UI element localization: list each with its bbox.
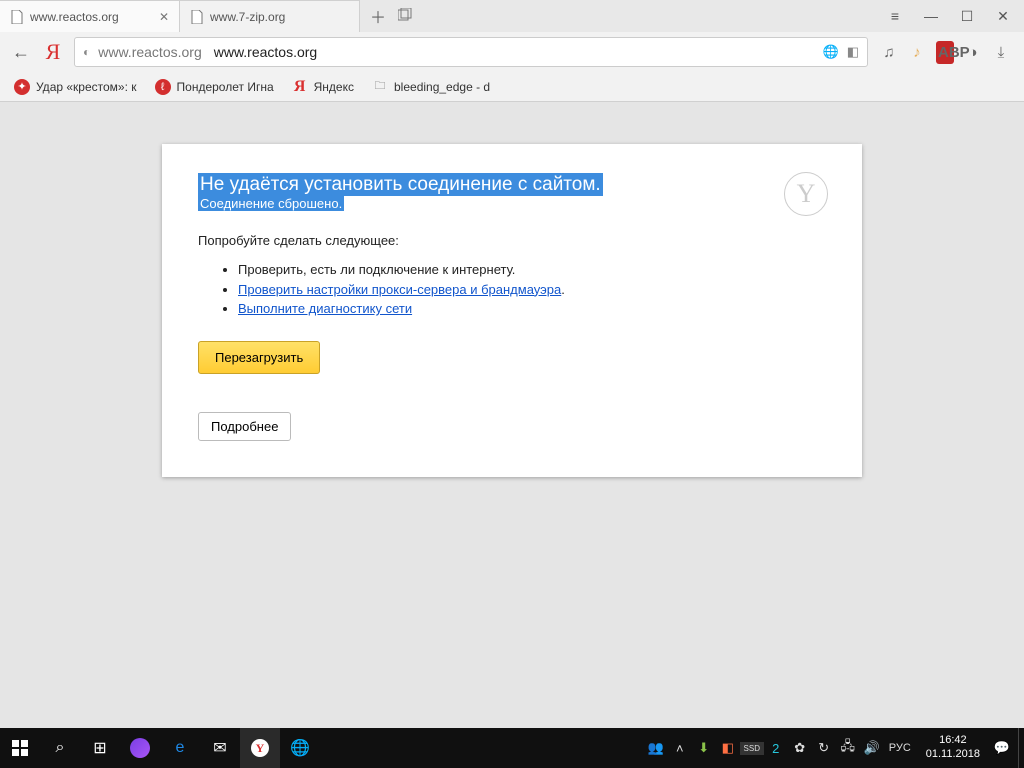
- people-icon[interactable]: 👥: [644, 740, 668, 756]
- bookmark-label: bleeding_edge - d: [394, 80, 490, 94]
- taskbar: ⌕ ⊞ e ✉ Y 🌐 👥 ˄ ⬇ ◧ SSD 2 ✿ ↻ 🖧 🔊 РУС 16…: [0, 728, 1024, 768]
- tray-icon[interactable]: 2: [764, 741, 788, 756]
- page-icon: [190, 10, 204, 24]
- tray-icon[interactable]: ⬇: [692, 740, 716, 756]
- notifications-icon[interactable]: 💬: [990, 740, 1014, 756]
- bookmark-favicon: Я: [292, 79, 308, 95]
- bookmark-item[interactable]: 🗀 bleeding_edge - d: [372, 79, 490, 95]
- tab-actions: ＋: [360, 4, 422, 28]
- error-title: Не удаётся установить соединение с сайто…: [198, 173, 603, 196]
- browser-chrome: www.reactos.org ✕ www.7-zip.org ＋ ≡ — ☐ …: [0, 0, 1024, 102]
- yandex-logo-icon: Y: [784, 172, 828, 216]
- minimize-button[interactable]: —: [924, 8, 938, 24]
- site-info-icon[interactable]: ◐: [83, 45, 90, 59]
- taskbar-app-mail[interactable]: ✉: [200, 728, 240, 768]
- translate-icon[interactable]: 🌐: [823, 44, 839, 60]
- bookmark-label: Яндекс: [314, 80, 354, 94]
- tray-icon[interactable]: SSD: [740, 742, 764, 755]
- volume-icon[interactable]: 🔊: [860, 740, 884, 756]
- window-controls: ≡ — ☐ ✕: [874, 8, 1024, 25]
- taskbar-app-yandex[interactable]: Y: [240, 728, 280, 768]
- extensions: ♫ ♪ ABP ◑ ⤓: [880, 41, 1014, 64]
- page-content: Y Не удаётся установить соединение с сай…: [0, 102, 1024, 728]
- language-indicator[interactable]: РУС: [884, 742, 916, 754]
- bookmark-item[interactable]: ℓ Пондеролет Игна: [155, 79, 274, 95]
- bookmark-label: Пондеролет Игна: [177, 80, 274, 94]
- show-desktop-button[interactable]: [1018, 728, 1024, 768]
- close-window-button[interactable]: ✕: [996, 8, 1010, 25]
- proxy-settings-link[interactable]: Проверить настройки прокси-сервера и бра…: [238, 282, 561, 297]
- url-text: www.reactos.org: [214, 44, 317, 60]
- list-item: Проверить настройки прокси-сервера и бра…: [238, 280, 826, 300]
- maximize-button[interactable]: ☐: [960, 8, 974, 25]
- tab-title: www.reactos.org: [30, 10, 153, 24]
- details-button[interactable]: Подробнее: [198, 412, 291, 441]
- bookmark-item[interactable]: ✦ Удар «крестом»: к: [14, 79, 137, 95]
- address-field[interactable]: ◐ www.reactos.org www.reactos.org 🌐 ◧: [74, 37, 868, 67]
- bookmark-favicon: ℓ: [155, 79, 171, 95]
- network-diagnostics-link[interactable]: Выполните диагностику сети: [238, 301, 412, 316]
- bookmark-toggle-icon[interactable]: ◧: [847, 44, 859, 60]
- clock[interactable]: 16:42 01.11.2018: [916, 734, 990, 762]
- error-try-label: Попробуйте сделать следующее:: [198, 233, 826, 248]
- adblock-icon[interactable]: ABP: [936, 41, 954, 64]
- system-tray: 👥 ˄ ⬇ ◧ SSD 2 ✿ ↻ 🖧 🔊 РУС 16:42 01.11.20…: [644, 728, 1024, 768]
- tab-title: www.7-zip.org: [210, 10, 349, 24]
- url-hint: www.reactos.org: [98, 44, 201, 60]
- address-bar: ← Я ◐ www.reactos.org www.reactos.org 🌐 …: [0, 32, 1024, 72]
- list-item: Проверить, есть ли подключение к интерне…: [238, 260, 826, 280]
- tray-icon[interactable]: ↻: [812, 740, 836, 756]
- bookmark-favicon: ✦: [14, 79, 30, 95]
- bookmark-label: Удар «крестом»: к: [36, 80, 137, 94]
- tabs-overview-icon[interactable]: [398, 8, 412, 25]
- new-tab-button[interactable]: ＋: [370, 4, 386, 28]
- tab-close-icon[interactable]: ✕: [159, 10, 169, 24]
- tab-7zip[interactable]: www.7-zip.org: [180, 0, 360, 32]
- bookmarks-bar: ✦ Удар «крестом»: к ℓ Пондеролет Игна Я …: [0, 72, 1024, 102]
- error-suggestions: Проверить, есть ли подключение к интерне…: [238, 260, 826, 319]
- search-icon[interactable]: ⌕: [40, 728, 80, 768]
- music-icon[interactable]: ♫: [880, 44, 898, 61]
- start-button[interactable]: [0, 728, 40, 768]
- page-icon: [10, 10, 24, 24]
- folder-icon: 🗀: [372, 79, 388, 95]
- back-button[interactable]: ←: [10, 42, 32, 63]
- tab-bar: www.reactos.org ✕ www.7-zip.org ＋ ≡ — ☐ …: [0, 0, 1024, 32]
- list-item: Выполните диагностику сети: [238, 299, 826, 319]
- error-subtitle: Соединение сброшено.: [198, 196, 344, 211]
- task-view-icon[interactable]: ⊞: [80, 728, 120, 768]
- ext-icon-2[interactable]: ◑: [964, 44, 982, 61]
- tray-icon[interactable]: ◧: [716, 740, 740, 756]
- clock-time: 16:42: [926, 734, 980, 748]
- menu-icon[interactable]: ≡: [888, 8, 902, 24]
- tab-reactos[interactable]: www.reactos.org ✕: [0, 0, 180, 32]
- network-icon[interactable]: 🖧: [836, 737, 860, 759]
- taskbar-app-alice[interactable]: [120, 728, 160, 768]
- ext-icon[interactable]: ♪: [908, 44, 926, 61]
- bookmark-item[interactable]: Я Яндекс: [292, 79, 354, 95]
- clock-date: 01.11.2018: [926, 748, 980, 762]
- yandex-home-icon[interactable]: Я: [44, 39, 62, 65]
- reload-button[interactable]: Перезагрузить: [198, 341, 320, 374]
- tray-chevron-icon[interactable]: ˄: [668, 741, 692, 756]
- error-card: Y Не удаётся установить соединение с сай…: [162, 144, 862, 477]
- downloads-icon[interactable]: ⤓: [992, 44, 1010, 61]
- taskbar-app-edge[interactable]: e: [160, 728, 200, 768]
- taskbar-app-browser[interactable]: 🌐: [280, 728, 320, 768]
- tray-icon[interactable]: ✿: [788, 740, 812, 756]
